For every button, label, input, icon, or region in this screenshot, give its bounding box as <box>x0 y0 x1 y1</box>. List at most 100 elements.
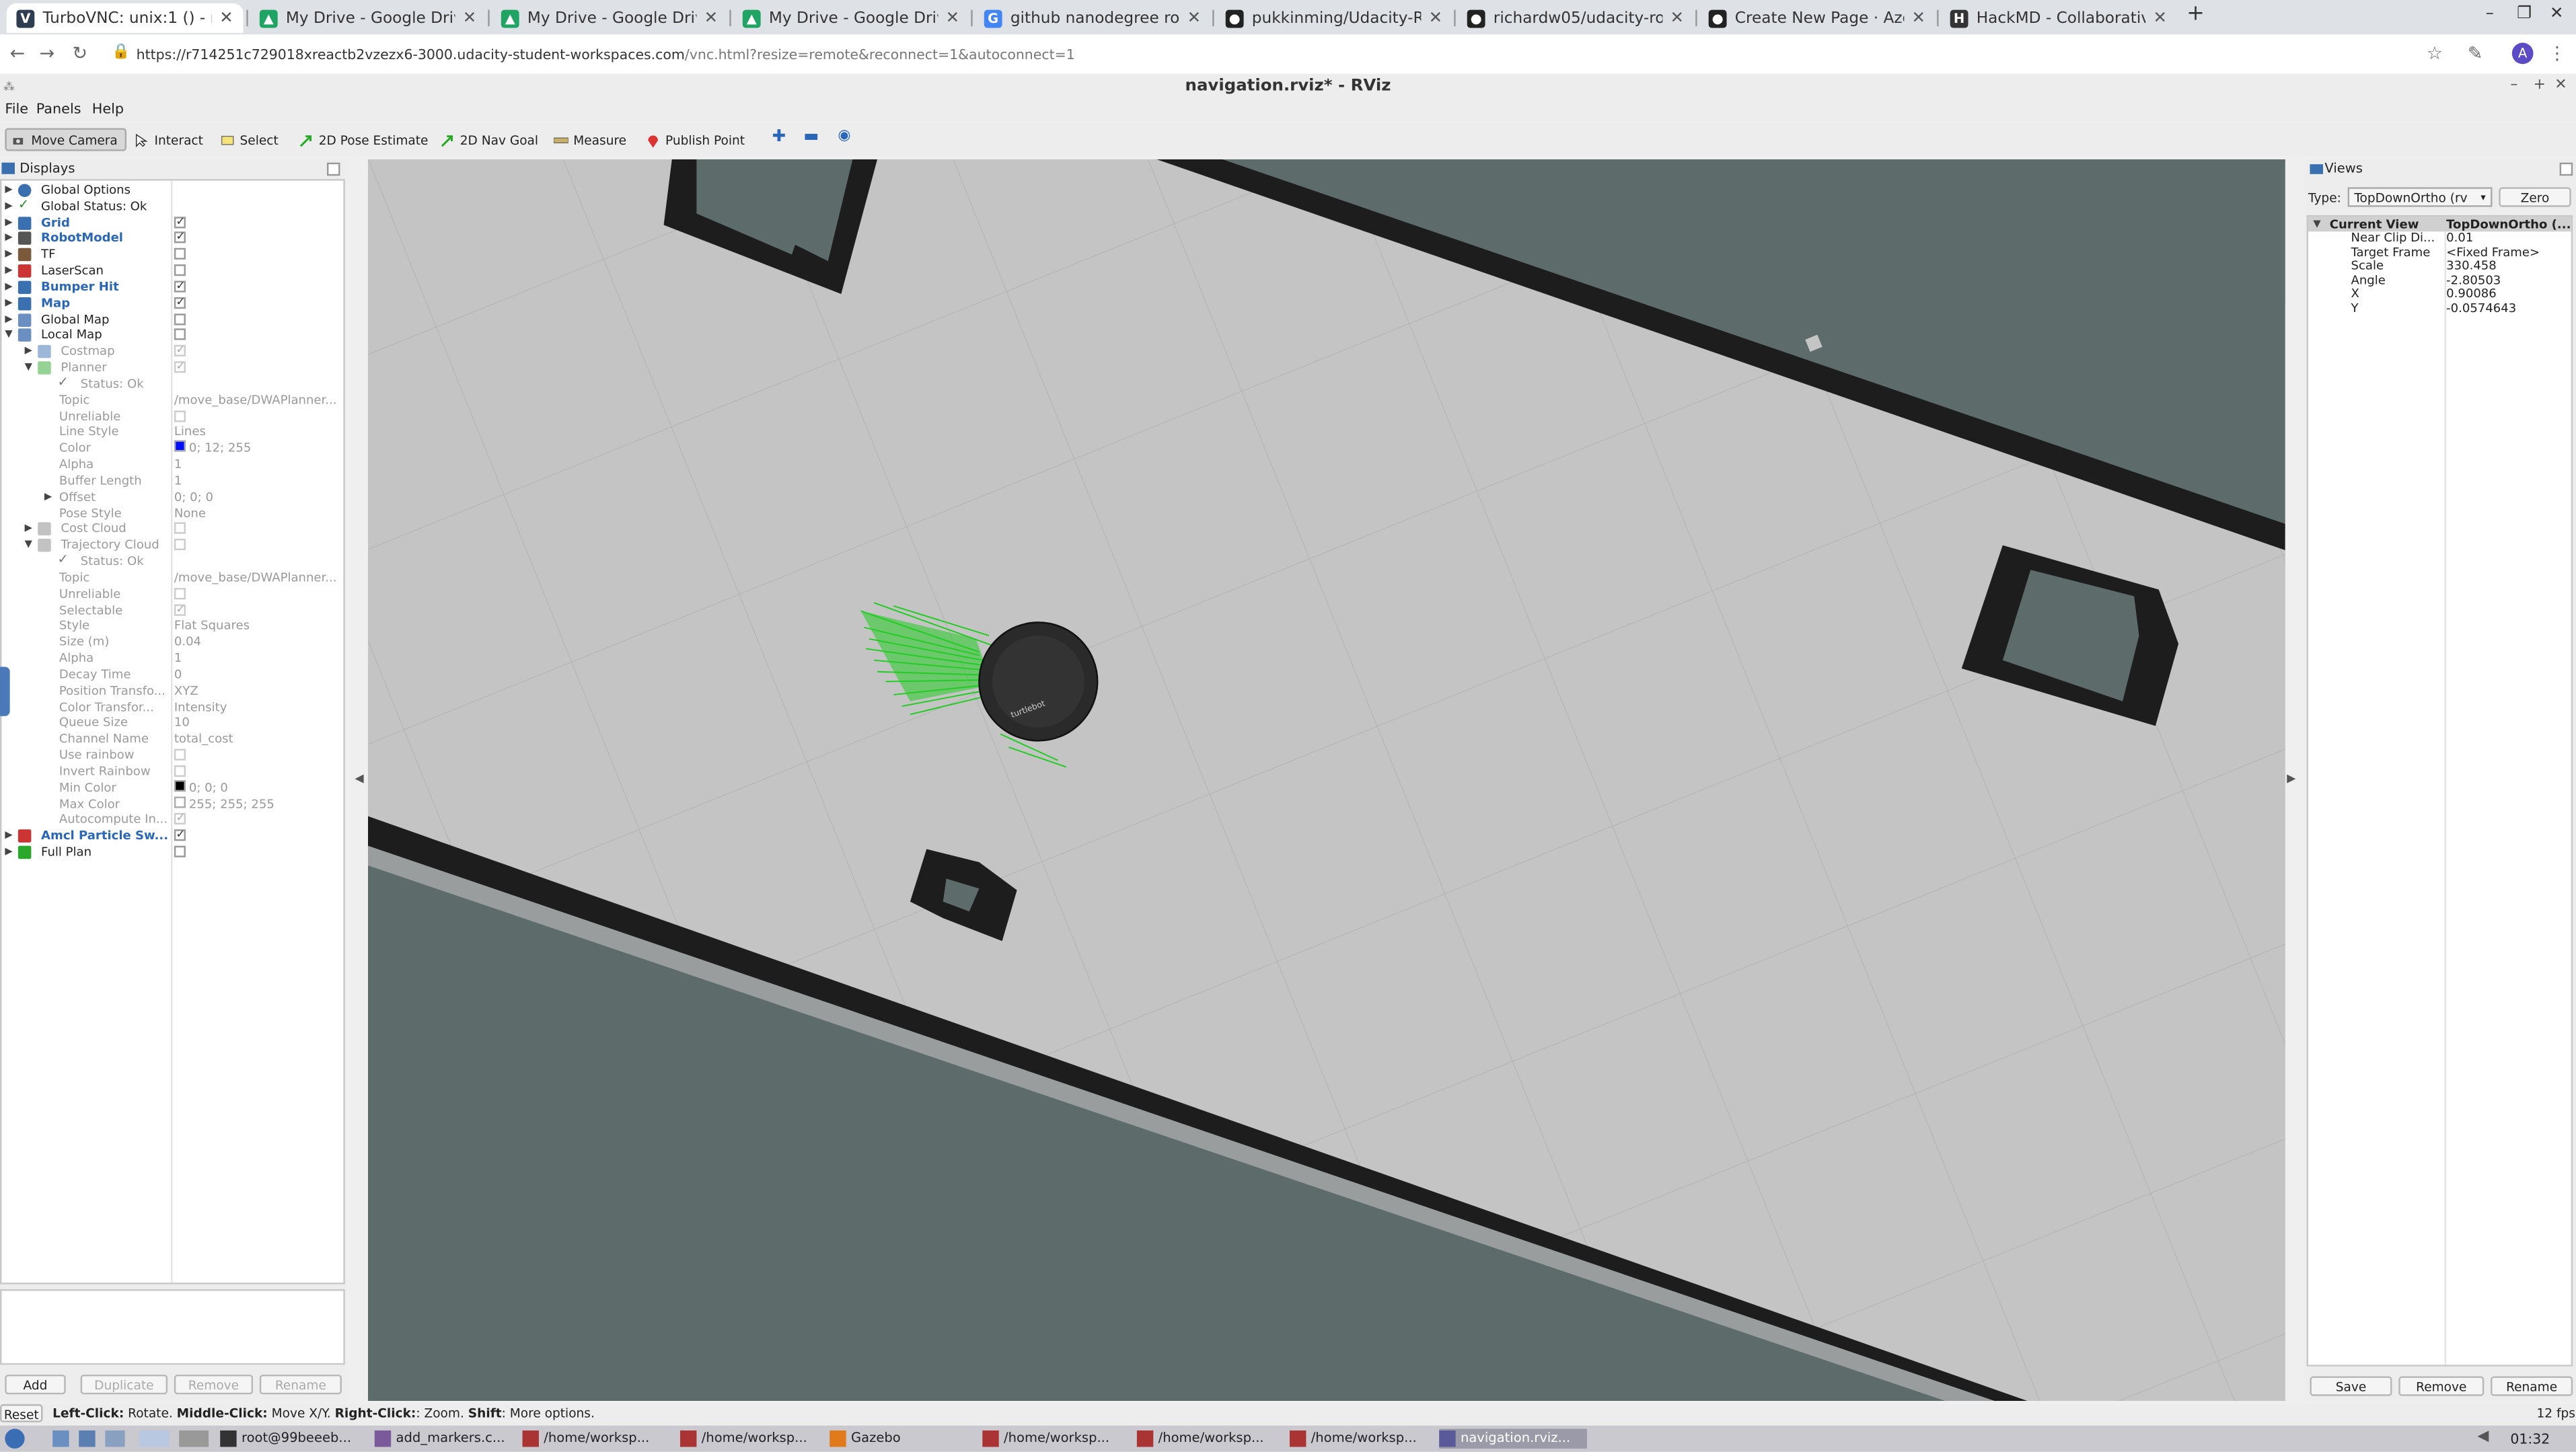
display-row[interactable]: ▶ Global Map <box>1 311 343 328</box>
property-value-field[interactable]: XYZ <box>174 683 342 699</box>
display-row[interactable]: ▼ Planner ✓ <box>1 360 343 376</box>
display-row[interactable]: Topic/move_base/DWAPlanner... <box>1 392 343 408</box>
display-enable-checkbox[interactable]: ✓ <box>174 296 186 309</box>
browser-menu-icon[interactable]: ⋮ <box>2548 42 2567 64</box>
expand-arrow-icon[interactable]: ▶ <box>5 247 12 263</box>
display-enable-checkbox[interactable] <box>174 765 186 777</box>
display-row[interactable]: Alpha 1 <box>1 650 343 666</box>
display-row[interactable]: Channel Name total_cost <box>1 731 343 747</box>
property-value-field[interactable]: 10 <box>174 715 342 731</box>
collapse-right-icon[interactable]: ▶ <box>2287 772 2295 786</box>
display-row[interactable]: ▶ Costmap ✓ <box>1 344 343 360</box>
view-property-row[interactable]: Near Clip Di... 0.01 <box>2308 231 2571 245</box>
display-row[interactable]: ▶ ✓ Global Status: Ok <box>1 198 343 215</box>
expand-arrow-icon[interactable]: ▶ <box>5 263 12 279</box>
display-enable-checkbox[interactable] <box>174 587 186 599</box>
desktop-icon[interactable] <box>139 1430 170 1447</box>
property-value-field[interactable]: Lines <box>174 424 342 441</box>
remove-view-button[interactable]: Remove <box>2398 1376 2485 1396</box>
expand-arrow-icon[interactable]: ▶ <box>5 215 12 231</box>
property-value-field[interactable]: None <box>174 505 342 521</box>
property-value-field[interactable]: total_cost <box>174 731 342 747</box>
address-bar[interactable]: https://r714251c729018xreactb2vzezx6-300… <box>137 46 1075 62</box>
undock-icon[interactable] <box>326 162 340 176</box>
pose-estimate-tool[interactable]: 2D Pose Estimate <box>294 128 433 151</box>
taskbar-window-button[interactable]: /home/worksp... <box>982 1429 1130 1449</box>
add-tool-icon[interactable]: ✚ <box>772 128 786 146</box>
rviz-close-icon[interactable]: ✕ <box>2554 77 2567 93</box>
collapse-arrow-icon[interactable]: ▼ <box>5 328 12 344</box>
minimize-window-icon[interactable]: – <box>2486 5 2494 23</box>
expand-arrow-icon[interactable]: ▶ <box>25 521 32 537</box>
tab-close-icon[interactable]: ✕ <box>946 9 959 27</box>
display-enable-checkbox[interactable]: ✓ <box>174 829 186 841</box>
display-enable-checkbox[interactable] <box>174 248 186 260</box>
view-property-row[interactable]: Angle -2.80503 <box>2308 273 2571 288</box>
property-value-field[interactable]: Flat Squares <box>174 618 342 634</box>
display-row[interactable]: ✓ Status: Ok <box>1 375 343 392</box>
display-row[interactable]: Line Style Lines <box>1 424 343 441</box>
tab-close-icon[interactable]: ✕ <box>219 9 233 27</box>
expand-arrow-icon[interactable]: ▶ <box>5 828 12 844</box>
expand-arrow-icon[interactable]: ▶ <box>5 182 12 198</box>
display-enable-checkbox[interactable] <box>174 539 186 551</box>
display-enable-checkbox[interactable] <box>174 313 186 325</box>
view-property-row[interactable]: Y -0.0574643 <box>2308 301 2571 316</box>
display-row[interactable]: ▶ Offset 0; 0; 0 <box>1 489 343 505</box>
display-row[interactable]: Position Transfo... XYZ <box>1 683 343 699</box>
expand-arrow-icon[interactable]: ▶ <box>44 489 52 505</box>
add-display-button[interactable]: Add <box>5 1374 66 1395</box>
menu-panels[interactable]: Panels <box>36 102 81 118</box>
display-row[interactable]: Unreliable <box>1 586 343 602</box>
expand-arrow-icon[interactable]: ▶ <box>5 311 12 328</box>
display-row[interactable]: ▶ Cost Cloud <box>1 521 343 537</box>
taskbar-window-button[interactable]: navigation.rviz... <box>1439 1428 1587 1449</box>
collapse-arrow-icon[interactable]: ▼ <box>25 360 32 376</box>
display-row[interactable]: ▶ Map ✓ <box>1 295 343 311</box>
rename-view-button[interactable]: Rename <box>2491 1376 2573 1396</box>
display-enable-checkbox[interactable] <box>174 845 186 857</box>
property-value-field[interactable]: /move_base/DWAPlanner... <box>174 570 342 586</box>
display-enable-checkbox[interactable]: ✓ <box>174 231 186 244</box>
display-row[interactable]: Color 0; 12; 255 <box>1 441 343 457</box>
menu-help[interactable]: Help <box>92 102 124 118</box>
taskbar-window-button[interactable]: /home/worksp... <box>1289 1429 1438 1449</box>
browser-tab[interactable]: ▲ My Drive - Google Drive ✕ <box>733 3 969 33</box>
taskbar-window-button[interactable]: Gazebo <box>830 1429 978 1449</box>
view-type-dropdown[interactable]: TopDownOrtho (rv ▾ <box>2347 187 2493 207</box>
3d-viewport[interactable]: turtlebot <box>368 159 2285 1402</box>
display-enable-checkbox[interactable]: ✓ <box>174 603 186 615</box>
restore-window-icon[interactable]: ❐ <box>2517 5 2532 23</box>
rviz-maximize-icon[interactable]: + <box>2534 77 2546 93</box>
display-enable-checkbox[interactable]: ✓ <box>174 360 186 373</box>
menu-file[interactable]: File <box>5 102 28 118</box>
browser-tab[interactable]: ● pukkinming/Udacity-Robot ✕ <box>1216 3 1452 33</box>
tab-close-icon[interactable]: ✕ <box>1429 9 1442 27</box>
new-tab-button[interactable]: + <box>2186 1 2205 26</box>
side-handle[interactable] <box>0 666 10 716</box>
rename-display-button[interactable]: Rename <box>259 1374 342 1395</box>
display-row[interactable]: Unreliable <box>1 408 343 424</box>
display-row[interactable]: ▼ Local Map <box>1 328 343 344</box>
browser-tab[interactable]: ● Create New Page · Azeem ✕ <box>1699 3 1936 33</box>
back-icon[interactable]: ← <box>10 42 26 64</box>
display-enable-checkbox[interactable]: ✓ <box>174 280 186 293</box>
display-enable-checkbox[interactable] <box>174 264 186 276</box>
settings-icon[interactable] <box>105 1430 125 1447</box>
save-view-button[interactable]: Save <box>2310 1376 2392 1396</box>
current-view-row[interactable]: ▼ Current View TopDownOrtho (... <box>2308 217 2571 232</box>
display-row[interactable]: Alpha 1 <box>1 457 343 473</box>
property-value-field[interactable]: 1 <box>174 473 342 489</box>
display-row[interactable]: Pose Style None <box>1 505 343 521</box>
view-property-value[interactable]: 0.01 <box>2446 231 2473 245</box>
duplicate-display-button[interactable]: Duplicate <box>80 1374 168 1395</box>
remove-display-button[interactable]: Remove <box>174 1374 254 1395</box>
taskbar-window-button[interactable]: /home/worksp... <box>522 1429 671 1449</box>
zero-button[interactable]: Zero <box>2499 187 2571 207</box>
expand-arrow-icon[interactable]: ▶ <box>5 844 12 860</box>
display-enable-checkbox[interactable] <box>174 410 186 422</box>
display-row[interactable]: Autocompute In... ✓ <box>1 812 343 828</box>
display-row[interactable]: ✓ Status: Ok <box>1 553 343 570</box>
property-value-field[interactable]: 0; 12; 255 <box>174 441 342 457</box>
files-icon[interactable] <box>52 1430 69 1447</box>
